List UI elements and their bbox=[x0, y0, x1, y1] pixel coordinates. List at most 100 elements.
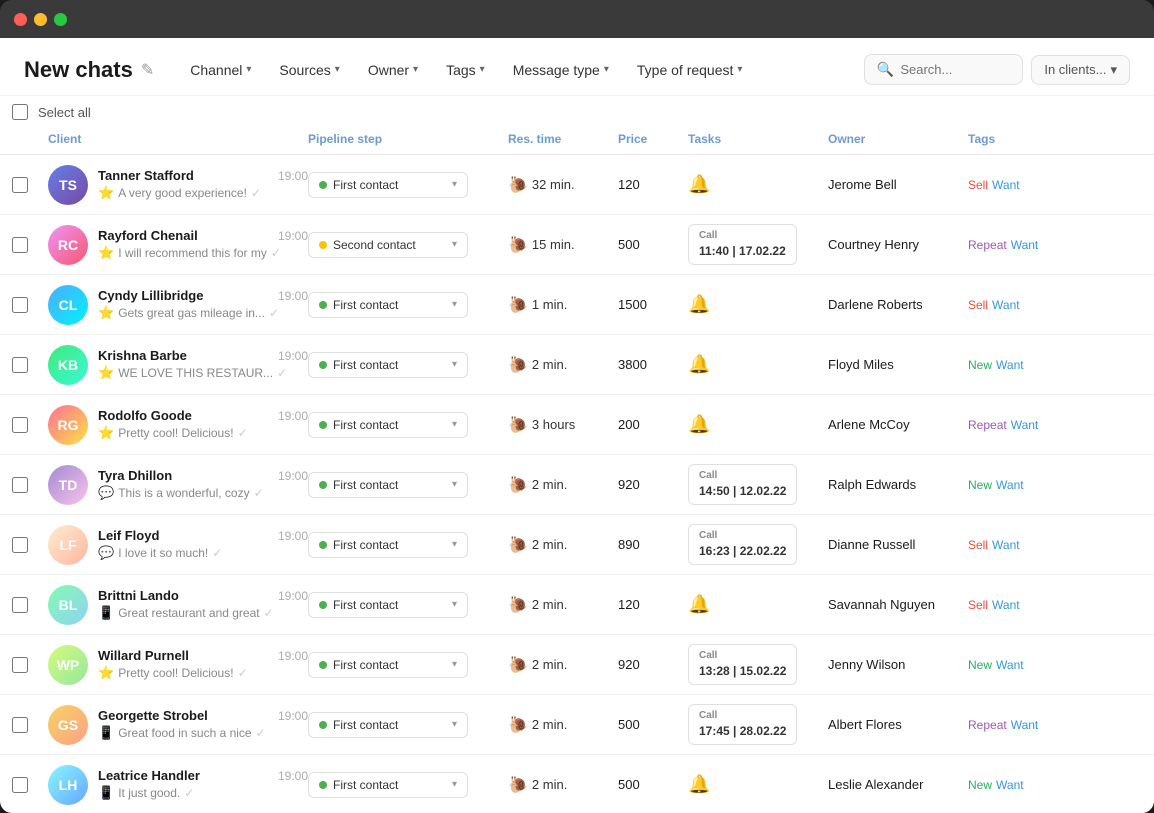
client-msg: 💬 I love it so much! ✓ bbox=[98, 545, 308, 561]
owner-cell: Jenny Wilson bbox=[828, 657, 968, 672]
client-message: Gets great gas mileage in... bbox=[118, 306, 265, 320]
pipeline-dot bbox=[319, 421, 327, 429]
res-time-cell: 🐌 2 min. bbox=[508, 475, 618, 495]
bell-icon: 🔔 bbox=[688, 414, 710, 435]
row-checkbox[interactable] bbox=[12, 537, 28, 553]
res-time-value: 2 min. bbox=[532, 777, 567, 792]
owner-cell: Savannah Nguyen bbox=[828, 597, 968, 612]
tasks-cell: Call 17:45 | 28.02.22 bbox=[688, 704, 828, 745]
tag-new[interactable]: New bbox=[968, 778, 992, 792]
res-time-icon: 🐌 bbox=[508, 355, 528, 375]
row-checkbox-cell bbox=[12, 297, 48, 313]
maximize-button[interactable] bbox=[54, 13, 67, 26]
pipeline-dot bbox=[319, 661, 327, 669]
row-checkbox[interactable] bbox=[12, 177, 28, 193]
price-cell: 200 bbox=[618, 417, 688, 432]
tags-cell: New Want bbox=[968, 358, 1088, 372]
filter-channel[interactable]: Channel ▾ bbox=[178, 56, 263, 84]
select-all-checkbox[interactable] bbox=[12, 104, 28, 120]
client-info: Rayford Chenail 19:00 ⭐ I will recommend… bbox=[98, 228, 308, 261]
pipeline-chevron-icon: ▾ bbox=[452, 419, 457, 430]
tasks-cell: Call 13:28 | 15.02.22 bbox=[688, 644, 828, 685]
table-row: BL Brittni Lando 19:00 📱 Great restauran… bbox=[0, 575, 1154, 635]
tag-want[interactable]: Want bbox=[1011, 718, 1039, 732]
pipeline-label: First contact bbox=[333, 478, 446, 492]
pipeline-badge[interactable]: First contact ▾ bbox=[308, 472, 468, 498]
pipeline-badge[interactable]: First contact ▾ bbox=[308, 172, 468, 198]
pipeline-badge[interactable]: First contact ▾ bbox=[308, 652, 468, 678]
row-checkbox[interactable] bbox=[12, 357, 28, 373]
row-checkbox[interactable] bbox=[12, 297, 28, 313]
search-input[interactable] bbox=[900, 62, 1010, 77]
client-info: Leif Floyd 19:00 💬 I love it so much! ✓ bbox=[98, 528, 308, 561]
edit-icon[interactable]: ✎ bbox=[141, 60, 154, 80]
nav-filters: Channel ▾ Sources ▾ Owner ▾ Tags ▾ Messa… bbox=[178, 56, 840, 84]
tag-want[interactable]: Want bbox=[996, 778, 1024, 792]
row-checkbox[interactable] bbox=[12, 777, 28, 793]
tag-repeat[interactable]: Repeat bbox=[968, 418, 1007, 432]
tag-sell[interactable]: Sell bbox=[968, 178, 988, 192]
tag-repeat[interactable]: Repeat bbox=[968, 718, 1007, 732]
row-checkbox[interactable] bbox=[12, 597, 28, 613]
tasks-cell: 🔔 bbox=[688, 414, 828, 435]
res-time-value: 2 min. bbox=[532, 657, 567, 672]
client-info: Leatrice Handler 19:00 📱 It just good. ✓ bbox=[98, 768, 308, 801]
tag-repeat[interactable]: Repeat bbox=[968, 238, 1007, 252]
res-time-cell: 🐌 2 min. bbox=[508, 355, 618, 375]
pipeline-badge[interactable]: First contact ▾ bbox=[308, 712, 468, 738]
tag-want[interactable]: Want bbox=[1011, 238, 1039, 252]
tag-new[interactable]: New bbox=[968, 658, 992, 672]
message-icon: ⭐ bbox=[98, 425, 114, 441]
client-name-row: Krishna Barbe 19:00 bbox=[98, 348, 308, 363]
pipeline-chevron-icon: ▾ bbox=[452, 239, 457, 250]
tag-new[interactable]: New bbox=[968, 358, 992, 372]
tag-want[interactable]: Want bbox=[992, 598, 1020, 612]
tag-want[interactable]: Want bbox=[1011, 418, 1039, 432]
pipeline-badge[interactable]: First contact ▾ bbox=[308, 532, 468, 558]
pipeline-badge[interactable]: First contact ▾ bbox=[308, 412, 468, 438]
row-checkbox[interactable] bbox=[12, 657, 28, 673]
row-checkbox[interactable] bbox=[12, 717, 28, 733]
select-all-row: Select all bbox=[0, 96, 1154, 124]
tag-new[interactable]: New bbox=[968, 478, 992, 492]
res-time-cell: 🐌 2 min. bbox=[508, 535, 618, 555]
tag-want[interactable]: Want bbox=[996, 658, 1024, 672]
app-window: New chats ✎ Channel ▾ Sources ▾ Owner ▾ … bbox=[0, 0, 1154, 813]
tasks-cell: Call 16:23 | 22.02.22 bbox=[688, 524, 828, 565]
row-checkbox[interactable] bbox=[12, 417, 28, 433]
pipeline-badge[interactable]: First contact ▾ bbox=[308, 772, 468, 798]
filter-type-of-request[interactable]: Type of request ▾ bbox=[625, 56, 755, 84]
client-cell: TD Tyra Dhillon 19:00 💬 This is a wonder… bbox=[48, 465, 308, 505]
pipeline-badge[interactable]: First contact ▾ bbox=[308, 352, 468, 378]
minimize-button[interactable] bbox=[34, 13, 47, 26]
pipeline-badge[interactable]: First contact ▾ bbox=[308, 292, 468, 318]
filter-message-type[interactable]: Message type ▾ bbox=[501, 56, 621, 84]
row-checkbox[interactable] bbox=[12, 237, 28, 253]
client-info: Georgette Strobel 19:00 📱 Great food in … bbox=[98, 708, 308, 741]
client-cell: BL Brittni Lando 19:00 📱 Great restauran… bbox=[48, 585, 308, 625]
close-button[interactable] bbox=[14, 13, 27, 26]
tag-want[interactable]: Want bbox=[996, 478, 1024, 492]
filter-owner[interactable]: Owner ▾ bbox=[356, 56, 430, 84]
row-checkbox-cell bbox=[12, 417, 48, 433]
tag-sell[interactable]: Sell bbox=[968, 538, 988, 552]
pipeline-badge[interactable]: Second contact ▾ bbox=[308, 232, 468, 258]
tag-want[interactable]: Want bbox=[992, 538, 1020, 552]
scope-dropdown[interactable]: In clients... ▾ bbox=[1031, 55, 1130, 85]
row-checkbox[interactable] bbox=[12, 477, 28, 493]
tag-want[interactable]: Want bbox=[992, 298, 1020, 312]
client-msg: ⭐ Pretty cool! Delicious! ✓ bbox=[98, 665, 308, 681]
filter-sources[interactable]: Sources ▾ bbox=[267, 56, 351, 84]
chevron-down-icon: ▾ bbox=[604, 64, 609, 75]
tag-want[interactable]: Want bbox=[992, 178, 1020, 192]
tag-sell[interactable]: Sell bbox=[968, 298, 988, 312]
tag-want[interactable]: Want bbox=[996, 358, 1024, 372]
row-checkbox-cell bbox=[12, 537, 48, 553]
table-row: WP Willard Purnell 19:00 ⭐ Pretty cool! … bbox=[0, 635, 1154, 695]
res-time-icon: 🐌 bbox=[508, 595, 528, 615]
filter-tags[interactable]: Tags ▾ bbox=[434, 56, 497, 84]
pipeline-badge[interactable]: First contact ▾ bbox=[308, 592, 468, 618]
tag-sell[interactable]: Sell bbox=[968, 598, 988, 612]
client-msg: ⭐ Pretty cool! Delicious! ✓ bbox=[98, 425, 308, 441]
row-checkbox-cell bbox=[12, 657, 48, 673]
